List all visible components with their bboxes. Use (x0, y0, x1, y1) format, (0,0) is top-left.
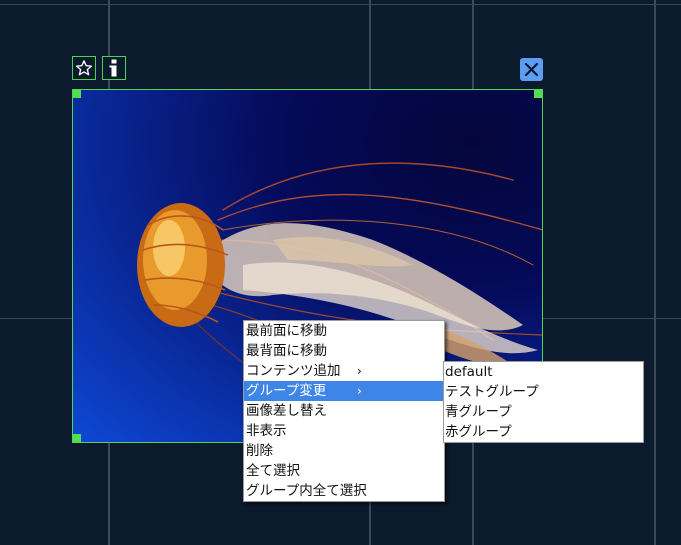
submenu-item-blue-group[interactable]: 青グループ (444, 402, 643, 422)
menu-item-label: 非表示 (246, 423, 287, 439)
close-icon (524, 62, 539, 77)
menu-item-label: グループ変更 (246, 383, 327, 399)
favorite-button[interactable] (72, 56, 96, 80)
submenu-item-red-group[interactable]: 赤グループ (444, 422, 643, 442)
menu-item-select-all-in-group[interactable]: グループ内全て選択 (244, 481, 444, 501)
resize-handle-top-left[interactable] (73, 90, 81, 98)
close-button[interactable] (520, 58, 543, 81)
group-submenu: default テストグループ 青グループ 赤グループ (443, 361, 644, 443)
resize-handle-top-right[interactable] (534, 90, 542, 98)
submenu-item-default[interactable]: default (444, 362, 643, 382)
menu-item-label: 最前面に移動 (246, 323, 327, 339)
menu-item-label: 削除 (246, 443, 273, 459)
info-icon (109, 59, 117, 77)
context-menu: 最前面に移動 最背面に移動 コンテンツ追加 › グループ変更 › 画像差し替え 非表… (243, 320, 445, 502)
menu-item-label: 全て選択 (246, 463, 300, 479)
menu-item-delete[interactable]: 削除 (244, 441, 444, 461)
chevron-right-icon: › (357, 364, 362, 378)
resize-handle-bottom-left[interactable] (73, 434, 81, 442)
menu-item-label: グループ内全て選択 (246, 483, 367, 499)
menu-item-select-all[interactable]: 全て選択 (244, 461, 444, 481)
menu-item-bring-to-front[interactable]: 最前面に移動 (244, 321, 444, 341)
submenu-item-test-group[interactable]: テストグループ (444, 382, 643, 402)
menu-item-label: 最背面に移動 (246, 343, 327, 359)
menu-item-hide[interactable]: 非表示 (244, 421, 444, 441)
menu-item-change-group[interactable]: グループ変更 › (244, 381, 444, 401)
grid-line (654, 0, 656, 545)
star-outline-icon (75, 60, 93, 76)
menu-item-replace-image[interactable]: 画像差し替え (244, 401, 444, 421)
menu-item-label: コンテンツ追加 (246, 363, 341, 379)
menu-item-add-content[interactable]: コンテンツ追加 › (244, 361, 444, 381)
menu-item-send-to-back[interactable]: 最背面に移動 (244, 341, 444, 361)
chevron-right-icon: › (357, 384, 362, 398)
info-button[interactable] (102, 56, 126, 80)
menu-item-label: 画像差し替え (246, 403, 327, 419)
grid-line (0, 4, 681, 5)
